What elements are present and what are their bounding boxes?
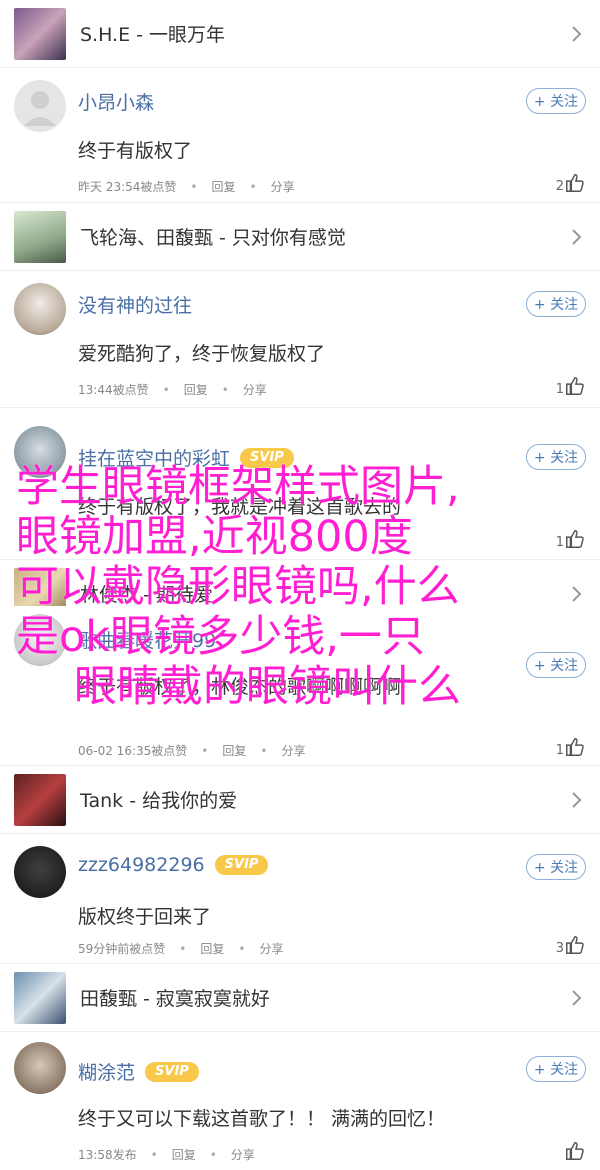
comment-item: 糊涂范 SVIP + 关注 终于又可以下载这首歌了！！ 满满的回忆！ 13:58 发…	[0, 1032, 600, 1170]
comment-time: 13:58	[78, 1147, 113, 1162]
comment-text: 终于有版权了	[78, 140, 193, 162]
avatar[interactable]	[14, 283, 66, 335]
comment-item: 没有神的过往 + 关注 爱死酷狗了，终于恢复版权了 13:44 被点赞 • 回复 •…	[0, 271, 600, 408]
avatar[interactable]	[14, 1042, 66, 1094]
song-row[interactable]: 飞轮海、田馥甄 - 只对你有感觉	[0, 203, 600, 271]
chevron-right-icon	[572, 229, 582, 245]
svip-badge: SVIP	[240, 447, 294, 468]
comment-item: 小昂小森 + 关注 终于有版权了 昨天 23:54 被点赞 • 回复 • 分享 2	[0, 68, 600, 203]
username[interactable]: 小昂小森	[78, 88, 154, 115]
song-row[interactable]: S.H.E - 一眼万年	[0, 0, 600, 68]
song-title: Tank - 给我你的爱	[80, 790, 238, 812]
album-cover	[14, 972, 66, 1024]
reply-button[interactable]: 回复	[200, 940, 224, 957]
song-row[interactable]: Tank - 给我你的爱	[0, 766, 600, 834]
song-row[interactable]: 田馥甄 - 寂寞寂寞就好	[0, 964, 600, 1032]
username[interactable]: zzz64982296 SVIP	[78, 854, 269, 876]
like-button[interactable]: 1	[556, 375, 586, 397]
thumbs-up-icon	[566, 530, 584, 548]
comment-time: 昨天 23:54	[78, 180, 141, 194]
svip-badge: SVIP	[214, 855, 269, 875]
thumbs-up-icon	[566, 936, 584, 954]
comment-text: 爱死酷狗了，终于恢复版权了	[78, 343, 326, 365]
comment-feed: S.H.E - 一眼万年 小昂小森 + 关注 终于有版权了 昨天 23:54 被点…	[0, 0, 600, 1170]
comment-time-suffix: 发布	[112, 1148, 137, 1162]
like-button[interactable]: 2	[556, 172, 586, 194]
comment-item: 歌曲春暖花开99 + 关注 终于有版权了，林俊杰的歌啊啊啊啊啊 06-02 16…	[0, 606, 600, 766]
reply-button[interactable]: 回复	[184, 381, 208, 398]
comment-time: 13:44	[78, 382, 113, 397]
comment-time-suffix: 被点赞	[112, 383, 149, 397]
like-count: 3	[555, 941, 564, 956]
follow-button[interactable]: + 关注	[526, 291, 586, 317]
share-button[interactable]: 分享	[243, 381, 267, 398]
comment-text: 终于有版权了，我就是冲着这首歌去的	[78, 496, 402, 518]
comment-text: 终于又可以下载这首歌了！！ 满满的回忆！	[78, 1108, 446, 1130]
comment-item: zzz64982296 SVIP + 关注 版权终于回来了 59分钟前 被点赞 • 回…	[0, 834, 600, 964]
comment-time: 59分钟前	[78, 942, 130, 956]
reply-button[interactable]: 回复	[172, 1146, 196, 1163]
username[interactable]: 歌曲春暖花开99	[78, 626, 216, 653]
reply-button[interactable]: 回复	[222, 742, 246, 759]
like-button[interactable]: 1	[556, 736, 586, 758]
reply-button[interactable]: 回复	[212, 178, 236, 195]
comment-time-suffix: 被点赞	[129, 942, 166, 956]
thumbs-up-icon	[566, 738, 584, 756]
follow-button[interactable]: + 关注	[526, 88, 586, 114]
comment-text: 终于有版权了，林俊杰的歌啊啊啊啊啊	[78, 676, 402, 698]
avatar[interactable]	[14, 80, 66, 132]
like-count: 2	[555, 179, 564, 194]
chevron-right-icon	[572, 26, 582, 42]
comment-meta: 06-02 16:35 被点赞 • 回复 • 分享	[78, 742, 306, 759]
thumbs-up-icon	[566, 1142, 584, 1160]
song-title: 飞轮海、田馥甄 - 只对你有感觉	[80, 227, 346, 249]
avatar[interactable]	[14, 426, 66, 478]
like-count: 1	[555, 743, 564, 758]
comment-meta: 13:58 发布 • 回复 • 分享	[78, 1146, 255, 1163]
share-button[interactable]: 分享	[231, 1146, 255, 1163]
thumbs-up-icon	[566, 377, 584, 395]
comment-meta: 59分钟前 被点赞 • 回复 • 分享	[78, 940, 284, 957]
chevron-right-icon	[572, 990, 582, 1006]
song-title: 林俊杰 - 期待爱	[80, 584, 213, 606]
svip-badge: SVIP	[145, 1061, 199, 1082]
avatar[interactable]	[14, 614, 66, 666]
follow-button[interactable]: + 关注	[526, 854, 586, 880]
share-button[interactable]: 分享	[271, 178, 295, 195]
comment-meta: 昨天 23:54 被点赞 • 回复 • 分享	[78, 178, 295, 195]
comment-time: 06-02 16:35	[78, 743, 152, 758]
like-button[interactable]: 1	[556, 528, 586, 550]
comment-meta: 13:44 被点赞 • 回复 • 分享	[78, 381, 267, 398]
song-title: 田馥甄 - 寂寞寂寞就好	[80, 988, 270, 1010]
thumbs-up-icon	[566, 174, 584, 192]
like-button[interactable]: 3	[556, 934, 586, 956]
chevron-right-icon	[572, 792, 582, 808]
comment-text: 版权终于回来了	[78, 906, 212, 928]
follow-button[interactable]: + 关注	[526, 1056, 586, 1082]
avatar[interactable]	[14, 846, 66, 898]
like-count: 1	[555, 382, 564, 397]
share-button[interactable]: 分享	[259, 940, 283, 957]
username[interactable]: 糊涂范 SVIP	[78, 1058, 199, 1085]
album-cover	[14, 211, 66, 263]
album-cover	[14, 774, 66, 826]
share-button[interactable]: 分享	[281, 742, 305, 759]
song-title: S.H.E - 一眼万年	[80, 24, 226, 46]
username[interactable]: 没有神的过往	[78, 291, 192, 318]
comment-time-suffix: 被点赞	[140, 180, 177, 194]
like-button[interactable]	[564, 1140, 586, 1162]
follow-button[interactable]: + 关注	[526, 444, 586, 470]
comment-time-suffix: 被点赞	[151, 744, 188, 758]
like-count: 1	[555, 535, 564, 550]
album-cover	[14, 8, 66, 60]
chevron-right-icon	[572, 586, 582, 602]
comment-item: 挂在蓝空中的彩虹 SVIP + 关注 终于有版权了，我就是冲着这首歌去的 1	[0, 408, 600, 560]
follow-button[interactable]: + 关注	[526, 652, 586, 678]
username[interactable]: 挂在蓝空中的彩虹 SVIP	[78, 444, 294, 471]
